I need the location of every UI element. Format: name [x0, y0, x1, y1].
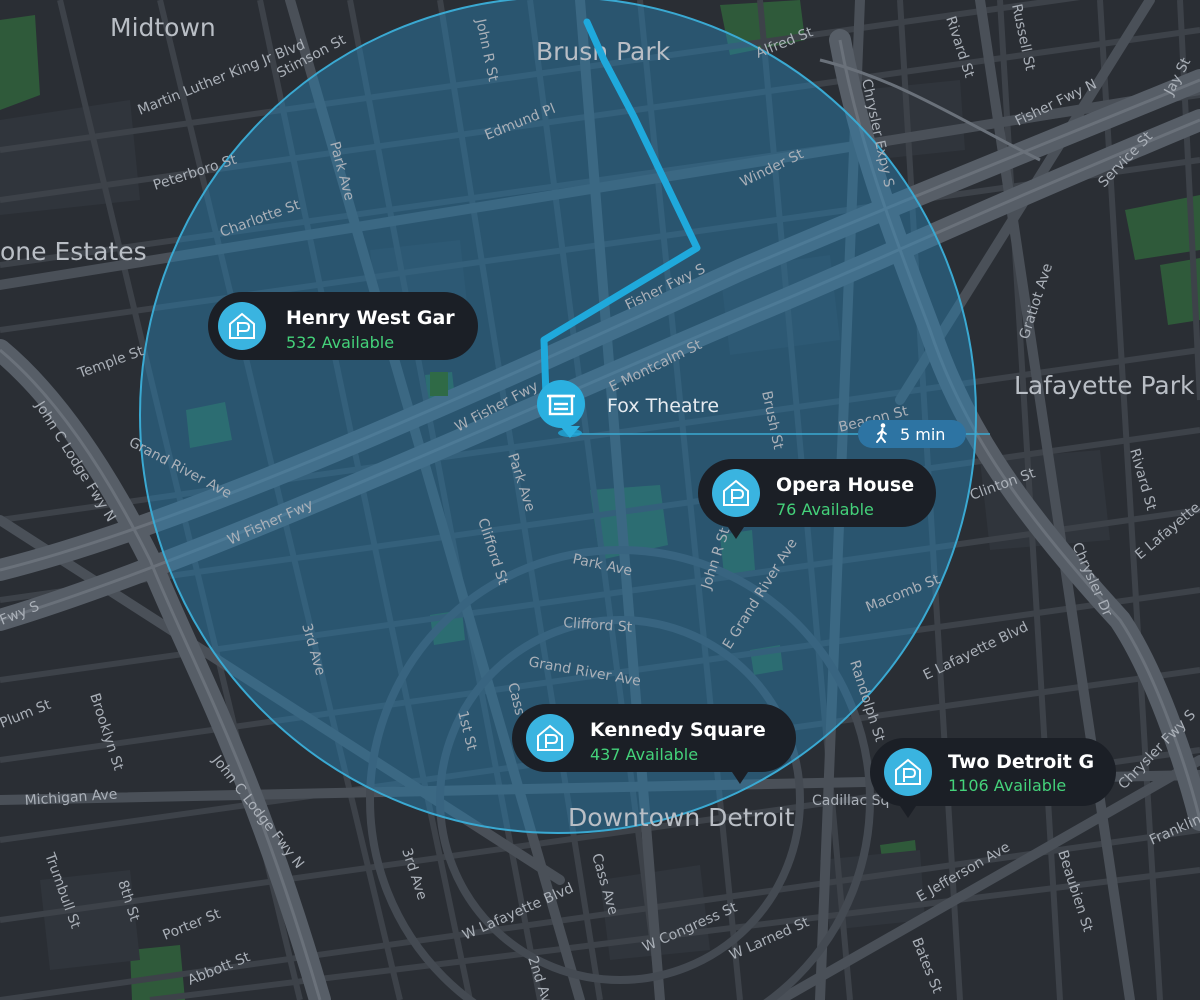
parking-garage-icon-bg — [526, 714, 574, 762]
map-canvas[interactable]: Midtown Brush Park one Estates Lafayette… — [0, 0, 1200, 1000]
garage-availability: 76 Available — [776, 500, 874, 519]
parking-card[interactable]: Two Detroit G 1106 Available — [869, 738, 1116, 818]
area-label: Lafayette Park — [1014, 371, 1195, 400]
area-label: Midtown — [110, 13, 216, 42]
garage-availability: 437 Available — [590, 745, 698, 764]
area-label: Downtown Detroit — [568, 803, 795, 832]
parking-garage-icon-bg — [884, 748, 932, 796]
garage-availability: 532 Available — [286, 333, 394, 352]
parking-card[interactable]: Kennedy Square 437 Available — [512, 704, 796, 784]
walk-time-label: 5 min — [900, 425, 945, 444]
parking-card[interactable]: Henry West Gar 532 Available — [208, 292, 478, 360]
area-label: one Estates — [0, 237, 147, 266]
garage-name: Kennedy Square — [590, 719, 766, 741]
garage-availability: 1106 Available — [948, 776, 1066, 795]
garage-name: Opera House — [776, 474, 914, 496]
destination-name: Fox Theatre — [607, 395, 719, 417]
parking-card[interactable]: Opera House 76 Available — [697, 459, 936, 539]
garage-name: Two Detroit G — [948, 751, 1094, 773]
street-label: Cadillac Sq — [812, 793, 889, 809]
parking-garage-icon-bg — [218, 302, 266, 350]
garage-building-marker — [430, 372, 448, 396]
garage-name: Henry West Gar — [286, 307, 455, 329]
parking-garage-icon-bg — [712, 469, 760, 517]
